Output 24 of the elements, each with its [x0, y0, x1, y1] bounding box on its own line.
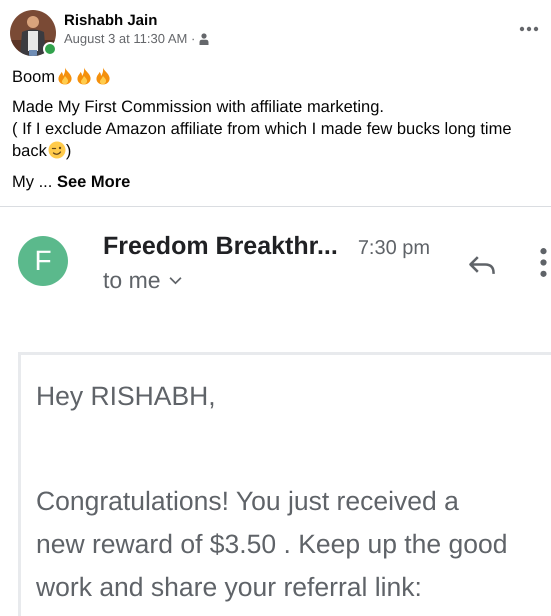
post-text: Made My First Commission with affiliate marketing. [12, 98, 384, 116]
post-text: Boom [12, 68, 56, 86]
post-text: My ... [12, 173, 52, 191]
author-name[interactable]: Rishabh Jain [64, 12, 507, 29]
recipient-dropdown[interactable]: to me [103, 267, 430, 294]
email-greeting: Hey RISHABH, [36, 380, 217, 413]
sender-avatar: F [18, 236, 68, 286]
email-message: Congratulations! You just received a new reward of $3.50 . Keep up the good work and share your referral link: [36, 485, 508, 604]
post-text: ( If I exclude Amazon affiliate from which I made few bucks long time [12, 120, 512, 138]
see-more-link[interactable]: See More [56, 173, 130, 191]
fire-emoji-icon [56, 67, 74, 85]
more-vertical-icon[interactable] [540, 247, 548, 278]
fire-emoji-icon [75, 67, 94, 85]
reply-icon[interactable] [468, 255, 496, 276]
person-icon [199, 32, 210, 44]
sender-name: Freedom Breakthr... [103, 232, 338, 261]
post-timestamp[interactable]: August 3 at 11:30 AM · [64, 31, 196, 46]
more-icon [519, 26, 539, 32]
post-text: back [12, 142, 47, 160]
wink-emoji-icon [48, 141, 66, 159]
post-text: ) [66, 142, 72, 160]
fire-emoji-icon [94, 67, 112, 85]
chevron-down-icon [168, 276, 182, 285]
email-time: 7:30 pm [358, 237, 430, 260]
